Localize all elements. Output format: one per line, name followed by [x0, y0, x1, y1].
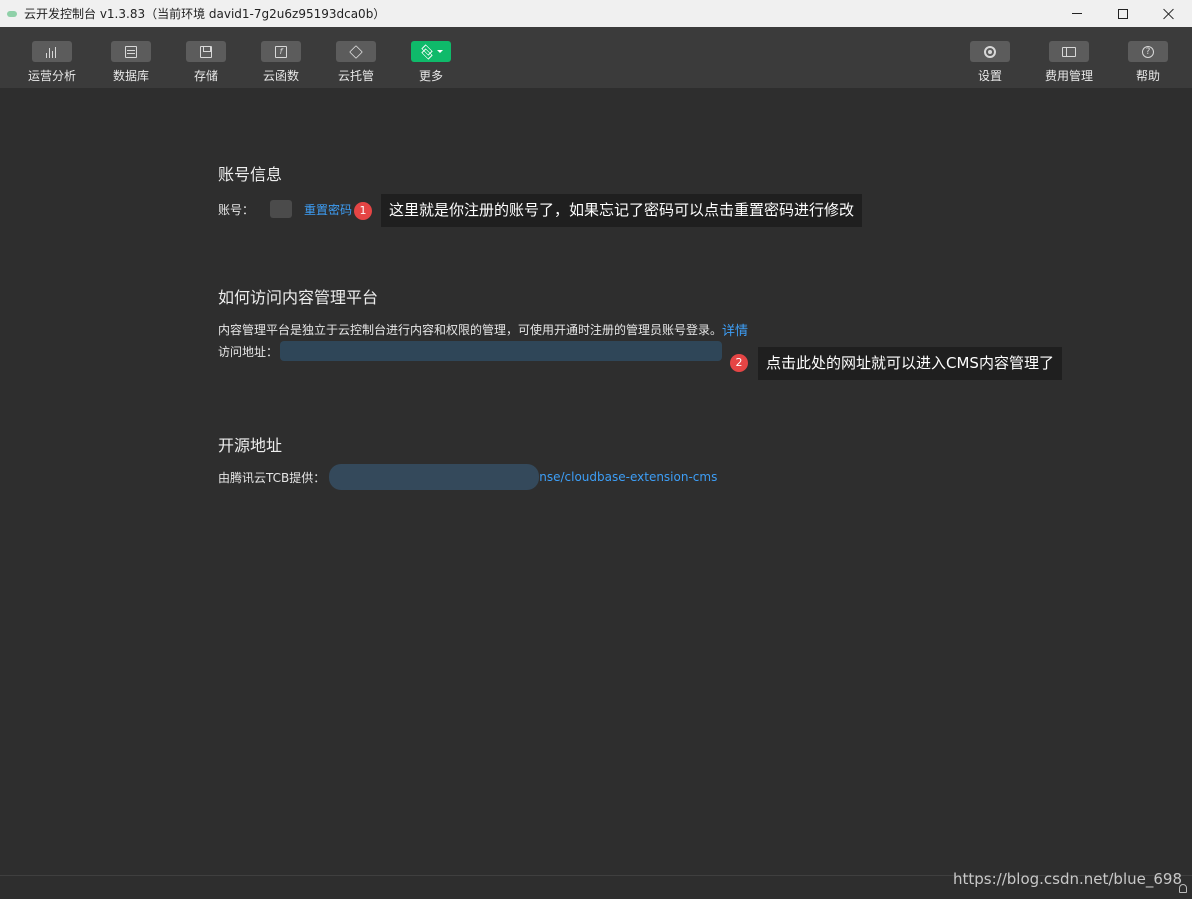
cms-address-link-redacted[interactable] [280, 341, 723, 361]
dropdown-caret-icon [436, 50, 443, 53]
opensource-link-redacted[interactable] [329, 464, 540, 490]
account-heading: 账号信息 [218, 165, 283, 184]
toolbar-label: 帮助 [1135, 69, 1160, 83]
opensource-link[interactable]: nse/cloudbase-extension-cms [539, 470, 717, 484]
opensource-row: 由腾讯云TCB提供： nse/cloudbase-extension-cms [218, 464, 717, 490]
bar-chart-icon [46, 46, 58, 58]
toolbar-item-help[interactable]: ? 帮助 [1113, 27, 1183, 88]
annotation-badge-2: 2 [730, 354, 748, 372]
main-toolbar: 运营分析 数据库 存储 f 云函数 云托管 更多 设置 费用管理 ? 帮助 [0, 27, 1192, 88]
toolbar-label: 云函数 [262, 69, 299, 83]
window-title-bar: 云开发控制台 v1.3.83（当前环境 david1-7g2u6z95193dc… [0, 0, 1192, 27]
notification-bell-icon[interactable] [1179, 884, 1187, 893]
toolbar-label: 更多 [418, 69, 443, 83]
toolbar-item-more[interactable]: 更多 [396, 27, 466, 88]
toolbar-label: 云托管 [337, 69, 374, 83]
toolbar-item-analytics[interactable]: 运营分析 [17, 27, 87, 88]
opensource-provider-label: 由腾讯云TCB提供： [218, 470, 326, 485]
maximize-button[interactable] [1100, 0, 1146, 27]
database-icon [125, 45, 137, 58]
toolbar-label: 数据库 [112, 69, 149, 83]
cloud-hosting-button[interactable] [336, 41, 376, 62]
annotation-badge-1: 1 [354, 202, 372, 220]
toolbar-label: 设置 [977, 69, 1002, 83]
cloud-functions-button[interactable]: f [261, 41, 301, 62]
toolbar-label: 运营分析 [27, 69, 76, 83]
close-icon [1163, 8, 1175, 20]
cms-details-link[interactable]: 详情 [722, 320, 748, 339]
annotation-callout-2: 点击此处的网址就可以进入CMS内容管理了 [758, 347, 1062, 380]
reset-password-link[interactable]: 重置密码 [304, 201, 352, 218]
toolbar-label: 费用管理 [1044, 69, 1093, 83]
toolbar-item-billing[interactable]: 费用管理 [1034, 27, 1104, 88]
close-button[interactable] [1146, 0, 1192, 27]
toolbar-item-cloud-hosting[interactable]: 云托管 [321, 27, 391, 88]
minimize-icon [1072, 13, 1082, 14]
toolbar-item-database[interactable]: 数据库 [96, 27, 166, 88]
cloud-function-icon: f [275, 45, 287, 58]
maximize-icon [1118, 8, 1128, 19]
cloud-hosting-icon [349, 44, 363, 59]
billing-icon [1062, 46, 1076, 57]
window-title: 云开发控制台 v1.3.83（当前环境 david1-7g2u6z95193dc… [24, 7, 386, 21]
window-controls [1054, 0, 1192, 27]
storage-button[interactable] [186, 41, 226, 62]
help-icon: ? [1142, 45, 1154, 58]
help-button[interactable]: ? [1128, 41, 1168, 62]
opensource-heading: 开源地址 [218, 436, 283, 455]
cms-address-label: 访问地址： [218, 344, 279, 359]
settings-button[interactable] [970, 41, 1010, 62]
account-label: 账号： [218, 202, 255, 217]
app-icon [6, 8, 18, 20]
minimize-button[interactable] [1054, 0, 1100, 27]
cms-heading: 如何访问内容管理平台 [218, 288, 379, 307]
toolbar-item-storage[interactable]: 存储 [171, 27, 241, 88]
account-value-redacted [270, 200, 293, 218]
database-button[interactable] [111, 41, 151, 62]
account-row: 账号： 重置密码 [218, 199, 352, 219]
more-button[interactable] [411, 41, 451, 62]
annotation-callout-1: 这里就是你注册的账号了，如果忘记了密码可以点击重置密码进行修改 [381, 194, 863, 227]
toolbar-label: 存储 [193, 69, 218, 83]
billing-button[interactable] [1049, 41, 1089, 62]
layers-icon [420, 46, 434, 58]
toolbar-item-cloud-functions[interactable]: f 云函数 [246, 27, 316, 88]
watermark-text: https://blog.csdn.net/blue_698 [952, 870, 1182, 888]
cms-description: 内容管理平台是独立于云控制台进行内容和权限的管理，可使用开通时注册的管理员账号登… [218, 322, 723, 337]
toolbar-item-settings[interactable]: 设置 [955, 27, 1025, 88]
analytics-button[interactable] [32, 41, 72, 62]
storage-icon [200, 45, 212, 58]
gear-icon [984, 45, 996, 58]
cms-address-row: 访问地址： [218, 341, 723, 361]
cms-description-row: 内容管理平台是独立于云控制台进行内容和权限的管理，可使用开通时注册的管理员账号登… [218, 320, 748, 339]
